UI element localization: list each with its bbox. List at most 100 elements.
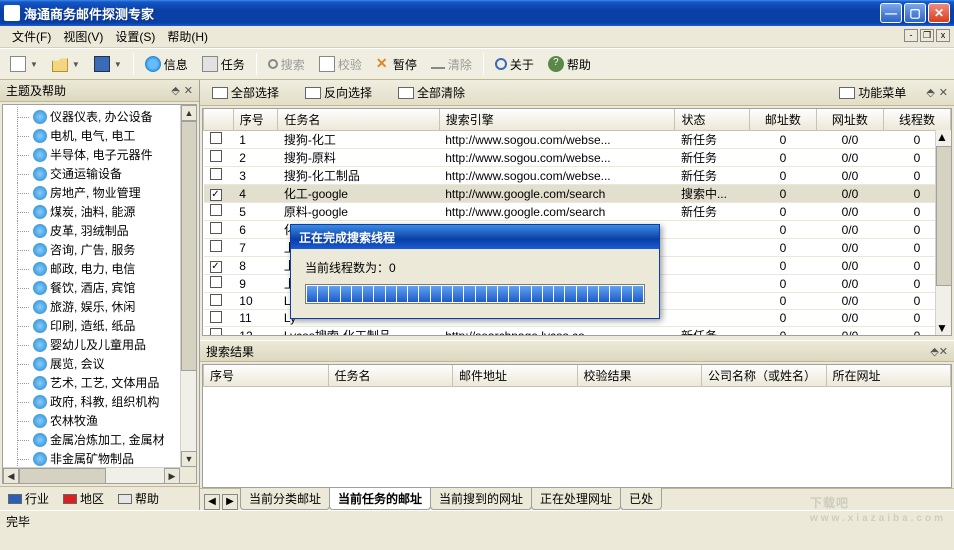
row-checkbox[interactable]: [210, 276, 222, 288]
results-column-header[interactable]: 公司名称（或姓名）: [702, 365, 827, 387]
tree-item[interactable]: 皮革, 羽绒制品: [5, 221, 180, 240]
new-button[interactable]: ▼: [4, 53, 44, 75]
column-header[interactable]: 网址数: [816, 109, 883, 131]
menu-file[interactable]: 文件(F): [6, 26, 57, 47]
row-checkbox[interactable]: [210, 240, 222, 252]
tree-item[interactable]: 邮政, 电力, 电信: [5, 259, 180, 278]
table-scroll-up[interactable]: ▲: [936, 130, 951, 144]
tree-item[interactable]: 艺术, 工艺, 文体用品: [5, 373, 180, 392]
row-checkbox[interactable]: [210, 132, 222, 144]
table-row[interactable]: 2搜狗-原料http://www.sogou.com/webse...新任务00…: [204, 149, 951, 167]
bottom-tab[interactable]: 当前搜到的网址: [430, 487, 532, 510]
scroll-thumb[interactable]: [181, 121, 197, 371]
tree-horizontal-scrollbar[interactable]: ◀ ▶: [3, 467, 180, 483]
search-button[interactable]: 搜索: [262, 53, 311, 76]
tree-item[interactable]: 交通运输设备: [5, 164, 180, 183]
verify-button[interactable]: 校验: [313, 53, 368, 76]
sidebar-tab-help[interactable]: 帮助: [114, 489, 163, 508]
table-row[interactable]: ✓4化工-googlehttp://www.google.com/search搜…: [204, 185, 951, 203]
task-button[interactable]: 任务: [196, 53, 251, 76]
mdi-minimize-button[interactable]: -: [904, 29, 918, 42]
tree-vertical-scrollbar[interactable]: ▲ ▼: [180, 105, 196, 467]
table-row[interactable]: 3搜狗-化工制品http://www.sogou.com/webse...新任务…: [204, 167, 951, 185]
scroll-down-arrow[interactable]: ▼: [181, 451, 197, 467]
row-checkbox[interactable]: [210, 294, 222, 306]
sidebar-tab-region[interactable]: 地区: [59, 489, 108, 508]
menu-settings[interactable]: 设置(S): [109, 26, 161, 47]
sidebar-tab-industry[interactable]: 行业: [4, 489, 53, 508]
tree-item[interactable]: 仪器仪表, 办公设备: [5, 107, 180, 126]
mdi-restore-button[interactable]: ❐: [920, 29, 934, 42]
scroll-up-arrow[interactable]: ▲: [181, 105, 197, 121]
row-checkbox[interactable]: ✓: [210, 189, 222, 201]
column-header[interactable]: 线程数: [883, 109, 950, 131]
table-row[interactable]: 5原料-googlehttp://www.google.com/search新任…: [204, 203, 951, 221]
results-column-header[interactable]: 任务名: [328, 365, 453, 387]
bottom-tab[interactable]: 已处: [620, 487, 662, 510]
row-checkbox[interactable]: ✓: [210, 261, 222, 273]
table-row[interactable]: 12Lycos搜索-化工制品http://searchpage.lycos.co…: [204, 327, 951, 337]
bottom-tab[interactable]: 当前分类邮址: [240, 487, 330, 510]
panel-pin-icon[interactable]: ⬘: [926, 86, 934, 99]
hscroll-thumb[interactable]: [19, 468, 106, 484]
tree-item[interactable]: 印刷, 造纸, 纸品: [5, 316, 180, 335]
tree-item[interactable]: 政府, 科教, 组织机构: [5, 392, 180, 411]
table-scroll-down[interactable]: ▼: [936, 321, 948, 335]
scroll-right-arrow[interactable]: ▶: [164, 468, 180, 484]
menu-view[interactable]: 视图(V): [57, 26, 109, 47]
invert-selection-button[interactable]: 反向选择: [299, 81, 378, 104]
tree-item[interactable]: 房地产, 物业管理: [5, 183, 180, 202]
clear-button[interactable]: 清除: [425, 53, 478, 76]
bottom-tab[interactable]: 当前任务的邮址: [329, 487, 431, 510]
row-checkbox[interactable]: [210, 222, 222, 234]
results-pin-icon[interactable]: ⬘: [930, 346, 938, 358]
table-vertical-scrollbar[interactable]: ▲ ▼: [935, 130, 951, 335]
close-button[interactable]: ✕: [928, 3, 950, 23]
about-button[interactable]: 关于: [489, 53, 540, 76]
select-all-button[interactable]: 全部选择: [206, 81, 285, 104]
results-column-header[interactable]: 校验结果: [577, 365, 702, 387]
results-close-icon[interactable]: ✕: [939, 346, 948, 358]
row-checkbox[interactable]: [210, 168, 222, 180]
tab-nav-prev[interactable]: ◀: [204, 494, 220, 510]
column-header[interactable]: 搜索引擎: [439, 109, 675, 131]
tree-item[interactable]: 金属冶炼加工, 金属材: [5, 430, 180, 449]
row-checkbox[interactable]: [210, 328, 222, 336]
tree-item[interactable]: 婴幼儿及儿童用品: [5, 335, 180, 354]
tree-item[interactable]: 餐饮, 酒店, 宾馆: [5, 278, 180, 297]
panel-close-icon[interactable]: ✕: [939, 86, 948, 99]
sidebar-close-icon[interactable]: ✕: [184, 84, 193, 97]
info-button[interactable]: 信息: [139, 53, 194, 76]
open-button[interactable]: ▼: [46, 53, 86, 75]
row-checkbox[interactable]: [210, 150, 222, 162]
row-checkbox[interactable]: [210, 311, 222, 323]
table-row[interactable]: 1搜狗-化工http://www.sogou.com/webse...新任务00…: [204, 131, 951, 149]
tree-item[interactable]: 半导体, 电子元器件: [5, 145, 180, 164]
column-header[interactable]: [204, 109, 234, 131]
tree-item[interactable]: 旅游, 娱乐, 休闲: [5, 297, 180, 316]
sidebar-pin-icon[interactable]: ⬘: [171, 84, 179, 97]
results-column-header[interactable]: 序号: [204, 365, 329, 387]
row-checkbox[interactable]: [210, 204, 222, 216]
tree-item[interactable]: 展览, 会议: [5, 354, 180, 373]
save-button[interactable]: ▼: [88, 53, 128, 75]
column-header[interactable]: 任务名: [278, 109, 439, 131]
results-column-header[interactable]: 邮件地址: [453, 365, 578, 387]
minimize-button[interactable]: —: [880, 3, 902, 23]
results-column-header[interactable]: 所在网址: [826, 365, 951, 387]
scroll-left-arrow[interactable]: ◀: [3, 468, 19, 484]
pause-button[interactable]: 暂停: [370, 53, 423, 76]
function-menu-button[interactable]: 功能菜单: [833, 81, 912, 104]
column-header[interactable]: 邮址数: [749, 109, 816, 131]
tab-nav-next[interactable]: ▶: [222, 494, 238, 510]
tree-item[interactable]: 农林牧渔: [5, 411, 180, 430]
bottom-tab[interactable]: 正在处理网址: [531, 487, 621, 510]
column-header[interactable]: 序号: [233, 109, 278, 131]
mdi-close-button[interactable]: x: [936, 29, 950, 42]
menu-help[interactable]: 帮助(H): [161, 26, 214, 47]
tree-item[interactable]: 煤炭, 油料, 能源: [5, 202, 180, 221]
column-header[interactable]: 状态: [675, 109, 749, 131]
help-button[interactable]: ?帮助: [542, 53, 597, 76]
tree-item[interactable]: 咨询, 广告, 服务: [5, 240, 180, 259]
clear-all-button[interactable]: 全部清除: [392, 81, 471, 104]
